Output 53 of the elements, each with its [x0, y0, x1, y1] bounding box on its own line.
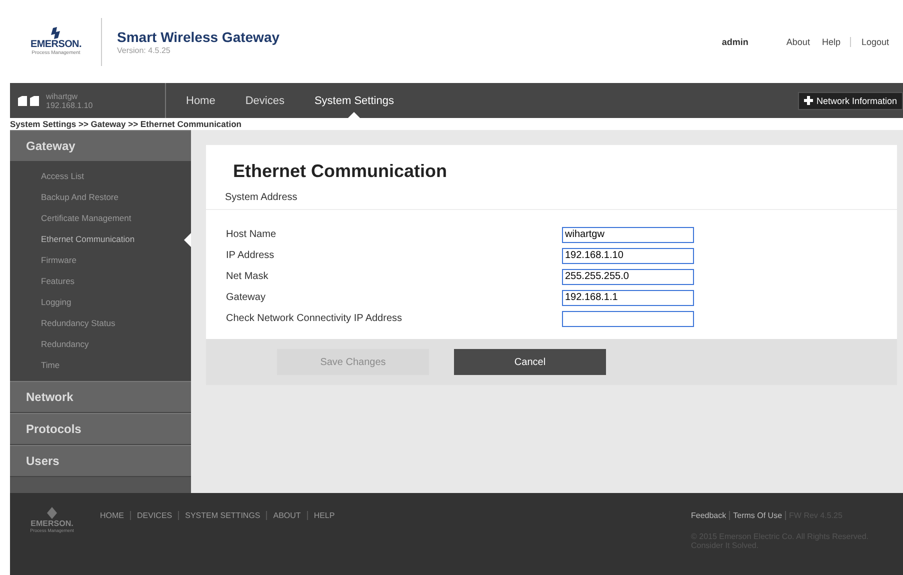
sidebar-item[interactable]: Features: [10, 271, 191, 292]
footer-link[interactable]: HELP: [306, 511, 335, 520]
user-name: admin: [722, 36, 748, 46]
nav-tab[interactable]: System Settings: [314, 83, 394, 118]
input-field[interactable]: 255.255.255.0: [562, 268, 694, 284]
nav-tab[interactable]: Home: [186, 83, 216, 118]
feedback-link[interactable]: Feedback: [691, 511, 726, 520]
page-title: Ethernet Communication: [232, 160, 448, 183]
brand-name: EMERSON.: [30, 39, 82, 50]
header-link[interactable]: Help: [822, 36, 840, 46]
section-title: System Address: [206, 192, 897, 210]
sidebar-item[interactable]: Redundancy Status: [10, 313, 191, 334]
field-label: Check Network Connectivity IP Address: [226, 313, 404, 324]
footer-link[interactable]: DEVICES: [130, 511, 172, 520]
sidebar-item[interactable]: Backup And Restore: [10, 187, 191, 208]
sidebar-item[interactable]: Certificate Management: [10, 208, 191, 229]
footer-link[interactable]: HOME: [100, 511, 124, 520]
sidebar-section[interactable]: Network: [10, 381, 191, 413]
logo-icon: [47, 507, 57, 519]
footer-link[interactable]: SYSTEM SETTINGS: [178, 511, 260, 520]
plus-icon: [804, 96, 814, 105]
sidebar-item[interactable]: Time: [10, 355, 191, 376]
nav-tab[interactable]: Devices: [245, 83, 284, 118]
device-name: wihartgw: [46, 92, 78, 100]
brand-name: EMERSON.: [30, 519, 74, 528]
version-text: Version: 4.5.25: [117, 46, 172, 54]
input-field[interactable]: 192.168.1.10: [562, 248, 694, 264]
sidebar-item[interactable]: Redundancy: [10, 334, 191, 355]
terms-link[interactable]: Terms Of Use: [729, 511, 782, 520]
field-label: IP Address: [226, 250, 276, 261]
sidebar-section[interactable]: Protocols: [10, 413, 191, 445]
sidebar-item[interactable]: Logging: [10, 292, 191, 313]
input-field[interactable]: [562, 310, 694, 326]
form-button[interactable]: Cancel: [454, 349, 606, 375]
field-label: Gateway: [226, 292, 266, 303]
input-field[interactable]: wihartgw: [562, 226, 694, 242]
sidebar-item[interactable]: Access List: [10, 166, 191, 187]
logo-icon: [51, 27, 61, 39]
field-label: Net Mask: [226, 271, 270, 282]
gateway-icon: [18, 96, 40, 106]
header-link[interactable]: About: [786, 36, 810, 46]
network-information-button[interactable]: Network Information: [798, 92, 903, 110]
input-field[interactable]: 192.168.1.1: [562, 290, 694, 306]
sidebar-item[interactable]: Ethernet Communication: [10, 229, 191, 250]
device-ip: 192.168.1.10: [46, 100, 93, 110]
app-title: Smart Wireless Gateway: [117, 28, 280, 44]
sidebar-item[interactable]: Firmware: [10, 250, 191, 271]
field-label: Host Name: [226, 229, 278, 240]
breadcrumb: System Settings >> Gateway >> Ethernet Communication: [10, 118, 242, 130]
footer-link[interactable]: ABOUT: [266, 511, 301, 520]
sidebar-section[interactable]: Users: [10, 445, 191, 477]
header-link[interactable]: Logout: [850, 36, 889, 46]
sidebar-section[interactable]: Gateway: [10, 130, 191, 162]
